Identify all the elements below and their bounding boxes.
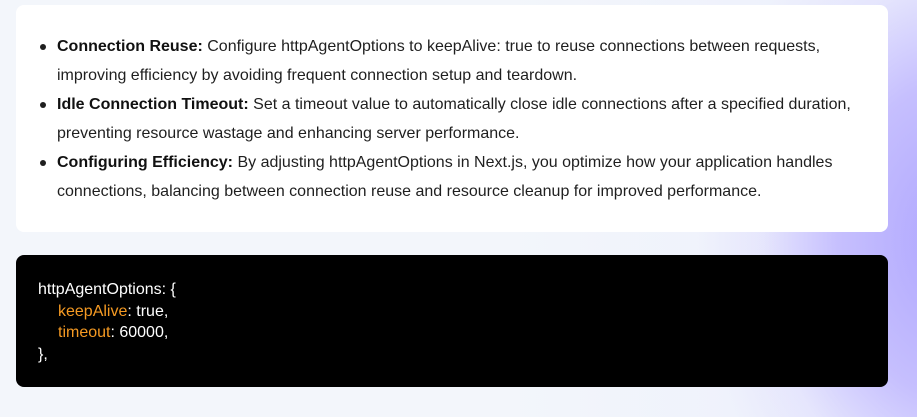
code-key-keepalive: keepAlive <box>58 302 128 320</box>
bullet-dot-icon <box>40 44 46 50</box>
code-line-4: }, <box>38 345 48 363</box>
code-line-2: keepAlive: true, <box>38 301 888 323</box>
bullet-title: Connection Reuse: <box>57 38 203 55</box>
code-block[interactable]: httpAgentOptions: { keepAlive: true, tim… <box>16 255 888 387</box>
bullet-title: Configuring Efficiency: <box>57 154 233 171</box>
code-value-keepalive: : true, <box>127 302 169 320</box>
info-card: Connection Reuse: Configure httpAgentOpt… <box>16 5 888 232</box>
bullet-dot-icon <box>40 102 46 108</box>
code-line-1: httpAgentOptions: { <box>38 281 176 298</box>
bullet-dot-icon <box>40 160 46 166</box>
list-item: Connection Reuse: Configure httpAgentOpt… <box>16 32 888 90</box>
code-key-timeout: timeout <box>58 324 111 341</box>
bullet-title: Idle Connection Timeout: <box>57 96 249 113</box>
code-line-3: timeout: 60000, <box>38 322 888 344</box>
list-item: Idle Connection Timeout: Set a timeout v… <box>16 90 888 148</box>
code-value-timeout: : 60000, <box>110 324 169 341</box>
list-item: Configuring Efficiency: By adjusting htt… <box>16 148 888 206</box>
bullet-list: Connection Reuse: Configure httpAgentOpt… <box>16 5 888 206</box>
